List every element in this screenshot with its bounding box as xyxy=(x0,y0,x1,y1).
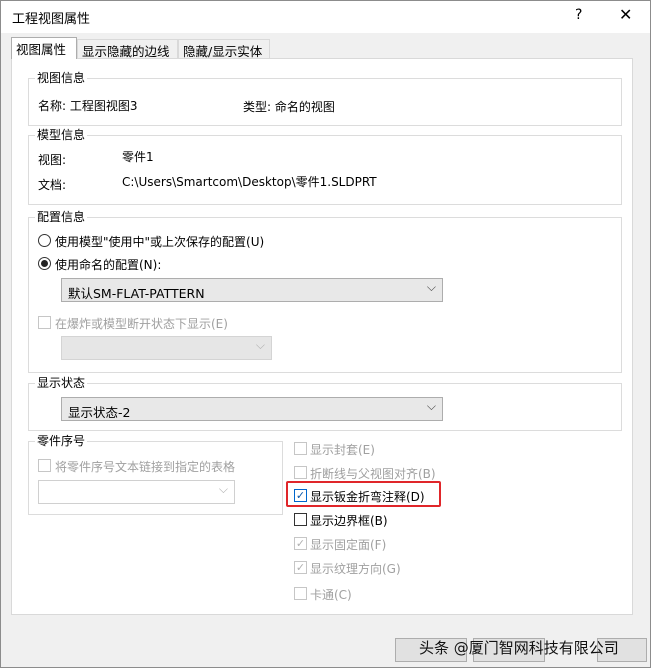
model-info-title: 模型信息 xyxy=(35,127,88,143)
use-named-config-radio[interactable] xyxy=(38,257,51,270)
display-state-value: 显示状态-2 xyxy=(68,405,131,420)
show-grain-direction-label: 显示纹理方向(G) xyxy=(310,562,401,576)
show-bounding-box-label[interactable]: 显示边界框(B) xyxy=(310,512,388,529)
show-fixed-face-label: 显示固定面(F) xyxy=(310,538,387,552)
config-info-group: 配置信息 使用模型"使用中"或上次保存的配置(U) 使用命名的配置(N): 默认… xyxy=(28,209,622,373)
model-view-value: 零件1 xyxy=(122,150,154,164)
show-bounding-box-checkbox[interactable] xyxy=(294,513,307,526)
tab-hide-show-bodies[interactable]: 隐藏/显示实体 xyxy=(178,39,270,59)
tab-show-hidden-edges[interactable]: 显示隐藏的边线 xyxy=(77,39,178,59)
use-model-config-label[interactable]: 使用模型"使用中"或上次保存的配置(U) xyxy=(55,233,264,250)
chevron-down-icon: ⌵ xyxy=(255,338,265,352)
config-info-title: 配置信息 xyxy=(35,209,88,225)
view-name-label: 名称: 工程图视图3 xyxy=(38,99,138,113)
view-info-title: 视图信息 xyxy=(35,70,88,86)
cartoon-label: 卡通(C) xyxy=(310,588,352,602)
watermark-text: 头条 @厦门智网科技有限公司 xyxy=(419,639,619,657)
show-envelope-checkbox[interactable] xyxy=(294,442,307,455)
tab-view-properties[interactable]: 视图属性 xyxy=(11,37,77,59)
show-envelope-label: 显示封套(E) xyxy=(310,443,375,457)
annotation-highlight-box xyxy=(286,481,441,507)
help-button[interactable]: ? xyxy=(575,7,582,23)
align-break-lines-label: 折断线与父视图对齐(B) xyxy=(310,467,436,481)
chevron-down-icon: ⌵ xyxy=(426,399,436,413)
tab-panel: 视图信息 名称: 工程图视图3 类型: 命名的视图 模型信息 视图: 零件1 文… xyxy=(11,58,633,615)
chevron-down-icon: ⌵ xyxy=(426,280,436,294)
display-state-select[interactable]: 显示状态-2 ⌵ xyxy=(61,397,443,421)
named-config-select[interactable]: 默认SM-FLAT-PATTERN ⌵ xyxy=(61,278,443,302)
show-fixed-face-checkbox[interactable]: ✓ xyxy=(294,537,307,550)
explode-state-label: 在爆炸或模型断开状态下显示(E) xyxy=(55,317,228,331)
view-info-group: 视图信息 名称: 工程图视图3 类型: 命名的视图 xyxy=(28,70,622,126)
model-doc-path: C:\Users\Smartcom\Desktop\零件1.SLDPRT xyxy=(122,175,377,189)
close-button[interactable]: ✕ xyxy=(619,5,632,24)
dialog-title: 工程视图属性 xyxy=(12,12,91,27)
balloon-table-select[interactable]: ⌵ xyxy=(38,480,235,504)
chevron-down-icon: ⌵ xyxy=(218,482,228,496)
title-bar: 工程视图属性 ? ✕ xyxy=(1,1,650,33)
balloon-title: 零件序号 xyxy=(35,433,88,449)
explode-config-select[interactable]: ⌵ xyxy=(61,336,272,360)
balloon-group: 零件序号 将零件序号文本链接到指定的表格 ⌵ xyxy=(28,433,283,515)
model-doc-label: 文档: xyxy=(38,178,67,192)
link-balloon-label: 将零件序号文本链接到指定的表格 xyxy=(55,460,236,474)
display-state-group: 显示状态 显示状态-2 ⌵ xyxy=(28,375,622,431)
view-type-label: 类型: 命名的视图 xyxy=(243,100,335,114)
model-view-label: 视图: xyxy=(38,153,67,167)
show-grain-direction-checkbox[interactable]: ✓ xyxy=(294,561,307,574)
explode-state-checkbox[interactable] xyxy=(38,316,51,329)
use-model-config-radio[interactable] xyxy=(38,234,51,247)
link-balloon-checkbox[interactable] xyxy=(38,459,51,472)
named-config-value: 默认SM-FLAT-PATTERN xyxy=(68,286,205,301)
display-state-title: 显示状态 xyxy=(35,375,88,391)
cartoon-checkbox[interactable] xyxy=(294,587,307,600)
drawing-view-properties-dialog: 工程视图属性 ? ✕ 视图属性 显示隐藏的边线 隐藏/显示实体 视图信息 名称:… xyxy=(0,0,651,668)
align-break-lines-checkbox[interactable] xyxy=(294,466,307,479)
use-named-config-label[interactable]: 使用命名的配置(N): xyxy=(55,256,161,273)
model-info-group: 模型信息 视图: 零件1 文档: C:\Users\Smartcom\Deskt… xyxy=(28,127,622,205)
